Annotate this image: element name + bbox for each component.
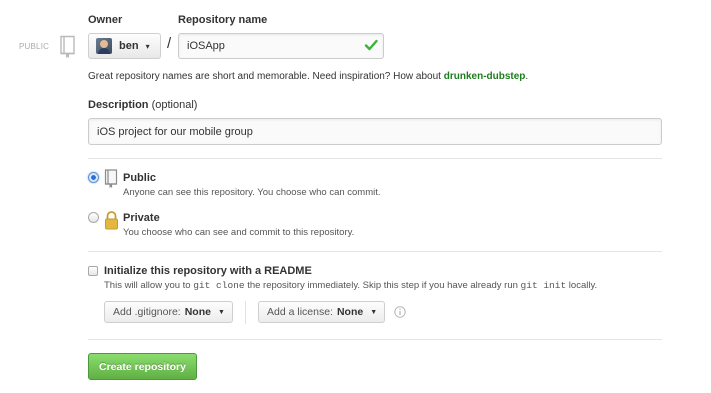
- description-label-text: Description: [88, 99, 149, 111]
- init-desc-part: locally.: [568, 280, 598, 291]
- path-separator: /: [167, 35, 172, 52]
- repo-icon: [60, 35, 75, 58]
- check-icon: [364, 39, 378, 51]
- license-label: Add a license:: [267, 306, 333, 318]
- gitignore-dropdown[interactable]: Add .gitignore: None ▼: [104, 301, 233, 323]
- hint-suffix: .: [525, 71, 529, 82]
- repo-name-hint: Great repository names are short and mem…: [88, 71, 528, 82]
- owner-name: ben: [119, 40, 139, 52]
- repo-name-input[interactable]: [178, 33, 384, 59]
- license-value: None: [336, 306, 364, 318]
- git-init-code: git init: [520, 280, 567, 291]
- hint-text: Great repository names are short and mem…: [88, 71, 441, 82]
- lock-icon: [105, 211, 118, 230]
- gitignore-label: Add .gitignore:: [113, 306, 181, 318]
- init-readme-label: Initialize this repository with a README: [104, 265, 312, 277]
- private-option-title: Private: [123, 212, 160, 224]
- avatar: [96, 38, 112, 54]
- divider: [245, 301, 246, 324]
- owner-dropdown[interactable]: ben ▾: [88, 33, 161, 59]
- license-dropdown[interactable]: Add a license: None ▼: [258, 301, 385, 323]
- init-readme-desc: This will allow you to git clone the rep…: [104, 280, 597, 291]
- public-radio[interactable]: [88, 172, 99, 183]
- chevron-down-icon: ▾: [145, 41, 150, 51]
- divider: [88, 158, 662, 159]
- private-radio[interactable]: [88, 212, 99, 223]
- init-desc-part: the repository immediately. Skip this st…: [247, 280, 518, 291]
- chevron-down-icon: ▼: [370, 308, 378, 316]
- init-readme-checkbox[interactable]: [88, 266, 98, 276]
- git-clone-code: git clone: [193, 280, 245, 291]
- public-option-desc: Anyone can see this repository. You choo…: [123, 187, 381, 198]
- gitignore-value: None: [184, 306, 211, 318]
- divider: [88, 339, 662, 340]
- repo-name-label: Repository name: [178, 14, 268, 26]
- create-repository-button[interactable]: Create repository: [88, 353, 197, 380]
- optional-note: (optional): [151, 99, 198, 111]
- description-input[interactable]: [88, 118, 662, 145]
- description-label: Description (optional): [88, 99, 197, 111]
- divider: [88, 251, 662, 252]
- side-visibility-label: PUBLIC: [19, 42, 50, 51]
- info-icon[interactable]: [394, 306, 406, 318]
- public-option-title: Public: [123, 172, 157, 184]
- name-suggestion-link[interactable]: drunken-dubstep: [444, 71, 526, 82]
- repo-icon: [104, 169, 118, 188]
- chevron-down-icon: ▼: [217, 308, 225, 316]
- init-desc-part: This will allow you to: [104, 280, 191, 291]
- private-option-desc: You choose who can see and commit to thi…: [123, 227, 355, 238]
- owner-label: Owner: [88, 14, 123, 26]
